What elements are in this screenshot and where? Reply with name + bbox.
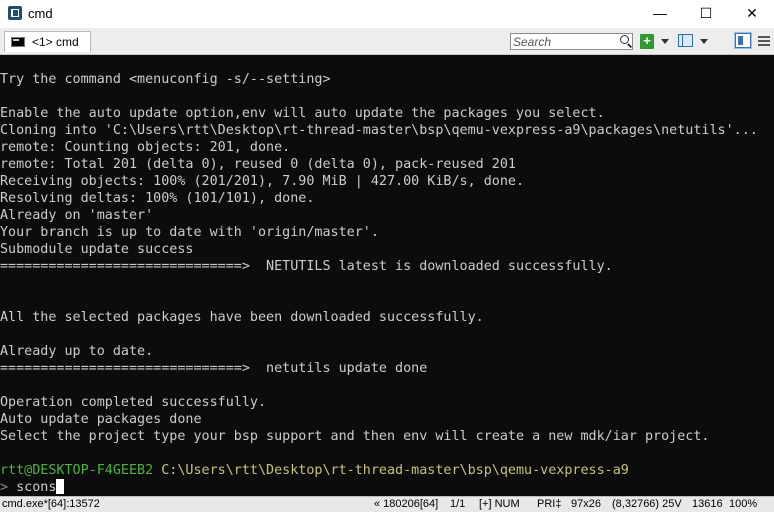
console-line: Enable the auto update option,env will a… [0, 106, 605, 121]
console-line: ==============================> NETUTILS… [0, 259, 613, 274]
console-line: Auto update packages done [0, 412, 202, 427]
console-output[interactable]: Try the command <menuconfig -s/--setting… [0, 55, 774, 496]
status-zoom: 100% [729, 498, 758, 510]
console-line: Already on 'master' [0, 208, 154, 223]
split-layout-icon[interactable] [678, 34, 693, 47]
maximize-button[interactable]: ☐ [683, 0, 729, 28]
search-box[interactable] [510, 33, 633, 50]
command-text: scons [16, 480, 57, 495]
console-line: Your branch is up to date with 'origin/m… [0, 225, 379, 240]
new-console-button[interactable]: + [640, 34, 654, 49]
console-line: Resolving deltas: 100% (101/101), done. [0, 191, 315, 206]
status-priority: PRI‡ [537, 498, 562, 510]
console-line: Operation completed successfully. [0, 395, 267, 410]
console-line: remote: Counting objects: 201, done. [0, 140, 291, 155]
console-line: Already up to date. [0, 344, 154, 359]
terminal-icon [11, 37, 25, 47]
tab-label: <1> cmd [32, 35, 79, 49]
console-line: Receiving objects: 100% (201/201), 7.90 … [0, 174, 525, 189]
console-line: Try the command <menuconfig -s/--setting… [0, 72, 331, 87]
minimize-button[interactable]: — [637, 0, 683, 28]
status-cursor-pos: (8,32766) 25V [612, 498, 682, 510]
close-button[interactable]: ✕ [729, 0, 774, 28]
command-line[interactable]: > scons [0, 479, 65, 496]
console-line: Select the project type your bsp support… [0, 429, 710, 444]
console-line: remote: Total 201 (delta 0), reused 0 (d… [0, 157, 516, 172]
toolbar: <1> cmd + [0, 28, 774, 55]
prompt-symbol: > [0, 480, 9, 495]
hamburger-menu-icon[interactable] [758, 36, 770, 51]
window-title: cmd [28, 6, 53, 21]
search-input[interactable] [513, 34, 613, 49]
status-build: « 180206[64] [374, 498, 439, 510]
status-pid: 13616 [692, 498, 723, 510]
prompt-path: C:\Users\rtt\Desktop\rt-thread-master\bs… [161, 463, 629, 478]
console-line: All the selected packages have been down… [0, 310, 484, 325]
chevron-down-icon[interactable] [700, 39, 708, 44]
title-bar: cmd — ☐ ✕ [0, 0, 774, 28]
console-line: Submodule update success [0, 242, 194, 257]
status-mode: [+] NUM [479, 498, 520, 510]
prompt-line: rtt@DESKTOP-F4GEEB2 C:\Users\rtt\Desktop… [0, 462, 629, 479]
panel-toggle-icon[interactable] [734, 32, 752, 49]
console-app-icon [8, 6, 22, 20]
status-size: 97x26 [571, 498, 601, 510]
search-icon[interactable] [620, 35, 629, 44]
status-bar: cmd.exe*[64]:13572 « 180206[64] 1/1 [+] … [0, 496, 774, 512]
status-page: 1/1 [450, 498, 466, 510]
console-line: Cloning into 'C:\Users\rtt\Desktop\rt-th… [0, 123, 758, 138]
console-line: ==============================> netutils… [0, 361, 428, 376]
text-cursor [56, 479, 65, 494]
status-process: cmd.exe*[64]:13572 [2, 498, 100, 510]
chevron-down-icon[interactable] [661, 39, 669, 44]
tab-cmd[interactable]: <1> cmd [4, 31, 91, 52]
prompt-user: rtt@DESKTOP-F4GEEB2 [0, 463, 154, 478]
